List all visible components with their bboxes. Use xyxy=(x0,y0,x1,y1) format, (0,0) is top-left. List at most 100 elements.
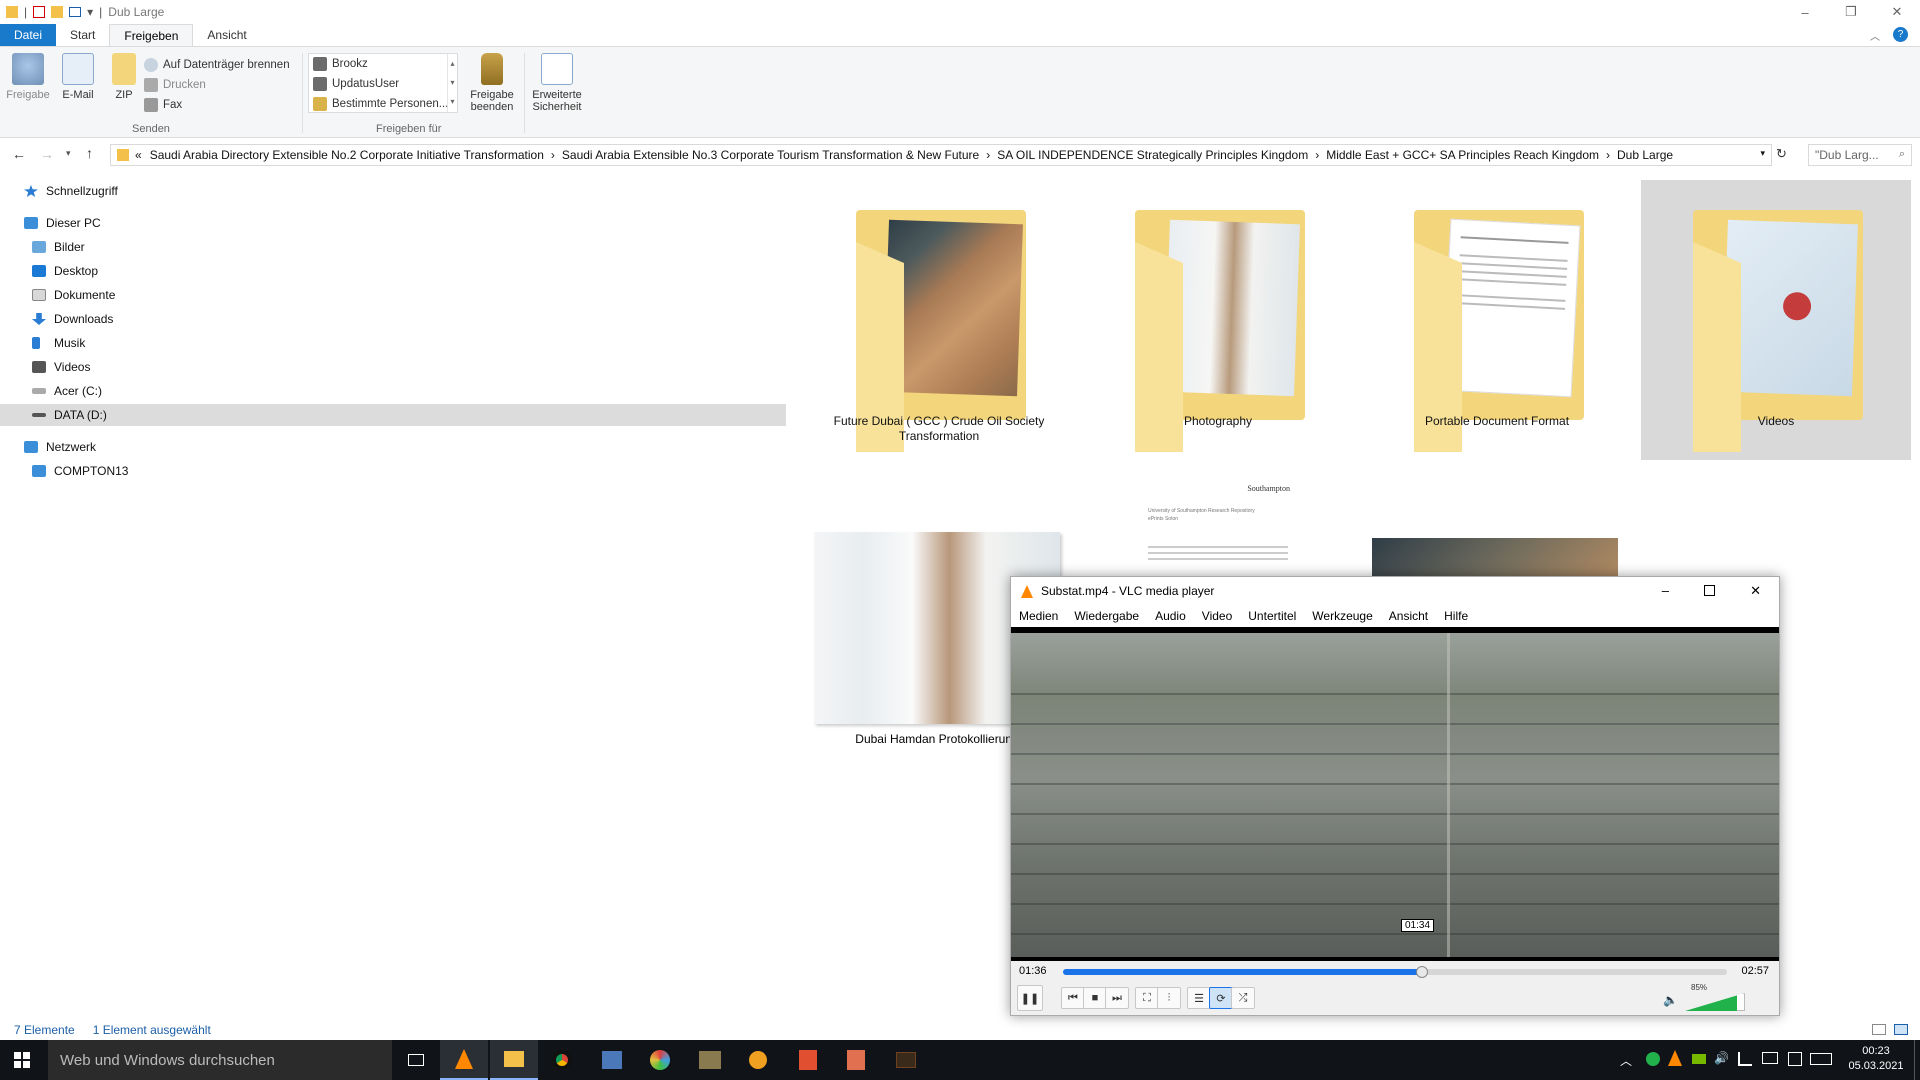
stop-sharing-button[interactable]: Freigabe beenden xyxy=(464,53,520,113)
back-arrow-icon[interactable]: ← xyxy=(12,146,26,162)
burn-button[interactable]: Auf Datenträger brennen xyxy=(144,55,290,75)
vlc-menu-audio[interactable]: Audio xyxy=(1155,609,1186,623)
playlist-button[interactable]: ☰ xyxy=(1187,987,1211,1009)
nav-drive-d[interactable]: DATA (D:) xyxy=(0,404,786,426)
image-thumbnail[interactable] xyxy=(1372,538,1618,578)
minimize-button[interactable]: – xyxy=(1782,0,1828,24)
taskbar-search-input[interactable]: Web und Windows durchsuchen xyxy=(48,1040,392,1080)
nav-pictures[interactable]: Bilder xyxy=(32,236,85,258)
volume-tray-icon[interactable]: 🔊 xyxy=(1714,1051,1729,1065)
tab-start[interactable]: Start xyxy=(56,24,109,46)
customize-toolbar-icon[interactable]: ▾ xyxy=(87,5,93,19)
up-arrow-icon[interactable]: ↑ xyxy=(86,145,93,161)
vlc-seek-bar[interactable] xyxy=(1063,966,1727,978)
display-tray-icon[interactable] xyxy=(1762,1052,1778,1064)
nav-network[interactable]: Netzwerk xyxy=(24,436,96,458)
collapse-ribbon-icon[interactable]: ︿ xyxy=(1870,28,1880,43)
loop-button[interactable]: ⟳ xyxy=(1209,987,1233,1009)
address-dropdown-icon[interactable]: ▾ xyxy=(1760,148,1765,159)
vlc-taskbar-icon[interactable] xyxy=(440,1040,488,1080)
breadcrumb-separator[interactable]: › xyxy=(986,148,990,162)
file-explorer-taskbar-icon[interactable] xyxy=(490,1040,538,1080)
vlc-close-button[interactable]: ✕ xyxy=(1750,583,1761,599)
fullscreen-button[interactable]: ⛶ xyxy=(1135,987,1159,1009)
windows-start-icon[interactable] xyxy=(14,1052,30,1068)
advanced-security-button[interactable]: Erweiterte Sicherheit xyxy=(528,53,586,113)
notification-icon[interactable] xyxy=(1788,1052,1802,1066)
zip-button[interactable]: ZIP xyxy=(106,53,142,101)
app-taskbar-icon[interactable] xyxy=(636,1040,684,1080)
speaker-icon[interactable]: 🔈 xyxy=(1663,993,1678,1007)
vlc-menu-tools[interactable]: Werkzeuge xyxy=(1312,609,1372,623)
details-view-icon[interactable] xyxy=(1872,1024,1886,1035)
address-bar[interactable]: « Saudi Arabia Directory Extensible No.2… xyxy=(110,144,1772,166)
nav-music[interactable]: Musik xyxy=(32,332,85,354)
volume-slider[interactable] xyxy=(1685,993,1745,1011)
folder-item-selected[interactable]: Videos xyxy=(1641,180,1911,460)
share-with-gallery[interactable]: Brookz UpdatusUser Bestimmte Personen...… xyxy=(308,53,458,113)
nav-quick-access[interactable]: Schnellzugriff xyxy=(24,180,118,202)
extended-settings-button[interactable]: ⫶ xyxy=(1157,987,1181,1009)
share-button[interactable]: Freigabe xyxy=(6,53,50,101)
office-taskbar-icon[interactable] xyxy=(784,1040,832,1080)
gallery-scroll[interactable]: ▴ ▾ ▾ xyxy=(447,54,457,112)
share-user-updatususer[interactable]: UpdatusUser xyxy=(309,74,457,94)
close-button[interactable]: ✕ xyxy=(1874,0,1920,24)
folder-item[interactable]: Future Dubai ( GCC ) Crude Oil Society T… xyxy=(804,182,1074,462)
search-input[interactable]: "Dub Larg... ⌕ xyxy=(1808,144,1912,166)
tab-view[interactable]: Ansicht xyxy=(193,24,260,46)
rename-icon[interactable] xyxy=(69,7,82,17)
tray-icon[interactable] xyxy=(1646,1052,1660,1066)
vlc-tray-icon[interactable] xyxy=(1668,1050,1682,1066)
nav-videos[interactable]: Videos xyxy=(32,356,90,378)
video-frame[interactable] xyxy=(1011,633,1779,957)
new-folder-icon[interactable] xyxy=(51,6,64,18)
vlc-menu-view[interactable]: Ansicht xyxy=(1389,609,1428,623)
nav-drive-c[interactable]: Acer (C:) xyxy=(32,380,102,402)
large-icons-view-icon[interactable] xyxy=(1894,1024,1908,1035)
breadcrumb-separator[interactable]: › xyxy=(1606,148,1610,162)
breadcrumb-item[interactable]: Dub Large xyxy=(1617,148,1673,162)
nav-this-pc[interactable]: Dieser PC xyxy=(24,212,101,234)
tab-share[interactable]: Freigeben xyxy=(109,24,194,46)
vlc-menu-media[interactable]: Medien xyxy=(1019,609,1058,623)
task-view-icon[interactable] xyxy=(392,1040,440,1080)
vlc-menu-playback[interactable]: Wiedergabe xyxy=(1074,609,1139,623)
vlc-seek-handle[interactable] xyxy=(1415,966,1428,978)
vlc-minimize-button[interactable]: – xyxy=(1662,583,1669,598)
stop-button[interactable]: ■ xyxy=(1083,987,1107,1009)
search-icon[interactable]: ⌕ xyxy=(1899,148,1905,161)
nav-downloads[interactable]: Downloads xyxy=(32,308,113,330)
recent-locations-icon[interactable]: ▾ xyxy=(66,148,71,159)
document-thumbnail[interactable]: Southampton University of Southampton Re… xyxy=(1140,476,1300,576)
nvidia-tray-icon[interactable] xyxy=(1692,1054,1706,1064)
email-button[interactable]: E-Mail xyxy=(56,53,100,101)
breadcrumb-separator[interactable]: › xyxy=(551,148,555,162)
share-specific-people[interactable]: Bestimmte Personen... xyxy=(309,94,457,114)
app-taskbar-icon[interactable] xyxy=(832,1040,880,1080)
nav-desktop[interactable]: Desktop xyxy=(32,260,98,282)
vlc-menu-help[interactable]: Hilfe xyxy=(1444,609,1468,623)
previous-button[interactable]: ⏮ xyxy=(1061,987,1085,1009)
properties-icon[interactable] xyxy=(33,6,46,18)
network-tray-icon[interactable] xyxy=(1738,1052,1752,1066)
camera-taskbar-icon[interactable] xyxy=(686,1040,734,1080)
pause-button[interactable]: ❚❚ xyxy=(1017,985,1043,1011)
keyboard-icon[interactable] xyxy=(1810,1053,1832,1065)
breadcrumb-item[interactable]: Saudi Arabia Directory Extensible No.2 C… xyxy=(150,148,544,162)
maximize-button[interactable]: ❐ xyxy=(1828,0,1874,24)
tab-file[interactable]: Datei xyxy=(0,24,57,46)
fax-button[interactable]: Fax xyxy=(144,95,290,115)
vlc-maximize-button[interactable] xyxy=(1704,585,1715,596)
refresh-icon[interactable]: ↻ xyxy=(1776,146,1787,162)
app-taskbar-icon[interactable] xyxy=(882,1040,930,1080)
print-button[interactable]: Drucken xyxy=(144,75,290,95)
share-user-brookz[interactable]: Brookz xyxy=(309,54,457,74)
chrome-taskbar-icon[interactable] xyxy=(538,1040,586,1080)
forward-arrow-icon[interactable]: → xyxy=(40,146,54,162)
address-overflow[interactable]: « xyxy=(135,148,142,162)
breadcrumb-item[interactable]: SA OIL INDEPENDENCE Strategically Princi… xyxy=(997,148,1308,162)
vlc-menu-video[interactable]: Video xyxy=(1202,609,1232,623)
folder-icon[interactable] xyxy=(6,6,18,18)
nav-documents[interactable]: Dokumente xyxy=(32,284,115,306)
